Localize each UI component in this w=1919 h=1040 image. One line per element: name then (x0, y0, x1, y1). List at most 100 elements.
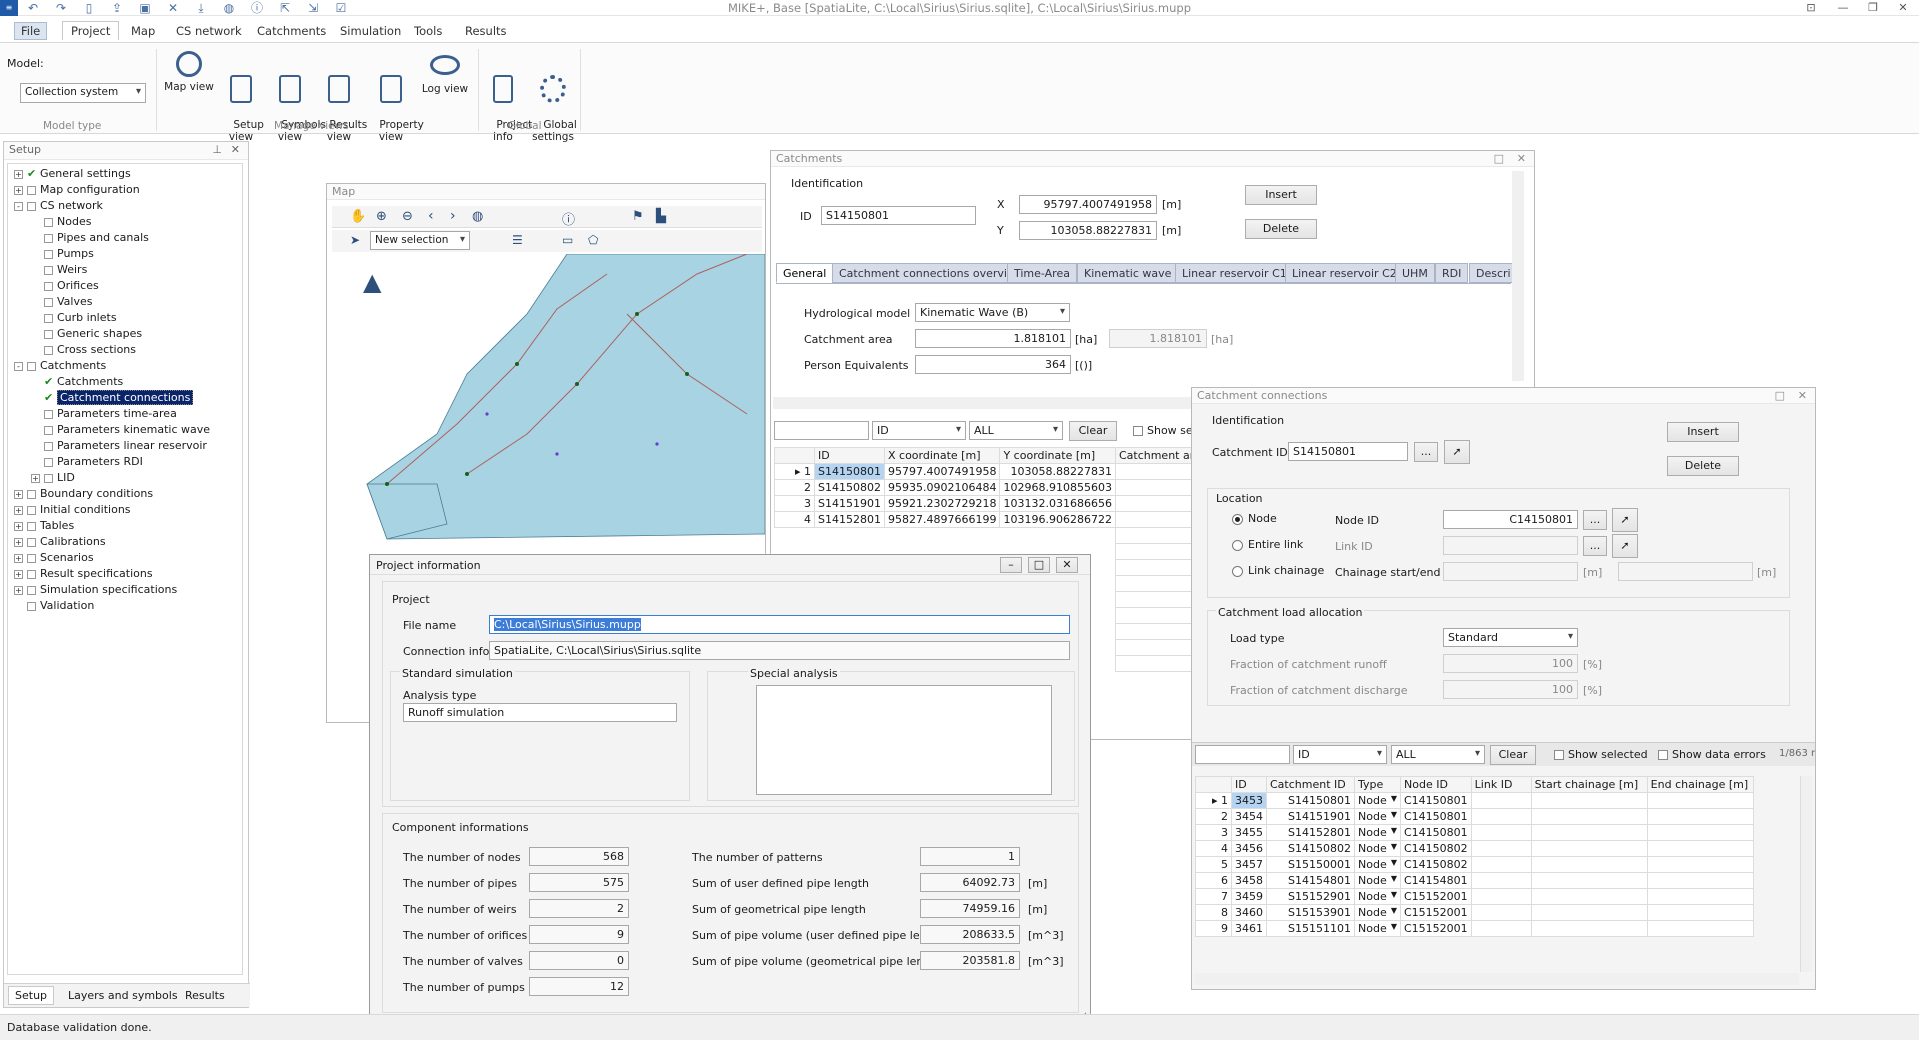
tab-layers-symbols[interactable]: Layers and symbols (68, 989, 178, 1002)
table-cell[interactable] (1530, 920, 1648, 937)
expand-icon[interactable]: + (31, 473, 40, 483)
component-value[interactable]: 1 (920, 847, 1020, 866)
load-type-select[interactable]: Standard (1443, 628, 1578, 647)
browse-link-button[interactable]: ... (1583, 536, 1607, 556)
table-cell[interactable]: 2 (1195, 808, 1232, 825)
rectangle-icon[interactable]: ▭ (562, 233, 573, 247)
radio[interactable] (1232, 513, 1243, 525)
table-cell[interactable]: C14150802 (1400, 840, 1472, 857)
expand-icon[interactable]: + (14, 185, 23, 195)
cconn-catchment-id-field[interactable]: S14150801 (1288, 442, 1408, 461)
table-cell[interactable]: ▸ 1 (774, 463, 815, 480)
table-cell[interactable] (1470, 840, 1532, 857)
table-cell[interactable]: 95827.4897666199 (883, 511, 1001, 528)
node-id-field[interactable]: C14150801 (1443, 510, 1578, 529)
save-icon[interactable]: ▣ (136, 0, 154, 16)
pin-icon[interactable]: ⊥ (212, 143, 222, 156)
table-cell[interactable] (1646, 872, 1754, 889)
column-header[interactable]: Type (1354, 776, 1401, 793)
expand-icon[interactable]: + (14, 553, 23, 563)
tab-kinematic-wave[interactable]: Kinematic wave (1077, 263, 1179, 283)
table-row[interactable]: ▸ 1 3453 S14150801 Node ▼ C14150801 (1195, 792, 1754, 809)
cconn-insert-button[interactable]: Insert (1667, 422, 1739, 442)
tab-general[interactable]: General (776, 263, 834, 283)
component-value[interactable]: 575 (529, 873, 629, 892)
maximize-icon[interactable]: □ (1028, 557, 1050, 573)
chevron-down-icon[interactable]: ▼ (1391, 874, 1397, 883)
table-cell[interactable] (1646, 824, 1754, 841)
filter-all-select[interactable]: ALL (969, 421, 1063, 440)
component-value[interactable]: 74959.16 (920, 899, 1020, 918)
tree-item[interactable]: Pumps (31, 246, 94, 262)
connection-field[interactable]: SpatiaLite, C:\Local\Sirius\Sirius.sqlit… (489, 641, 1070, 660)
minimize-icon[interactable]: – (1000, 557, 1022, 573)
table-cell[interactable]: C14150802 (1400, 856, 1472, 873)
expand-icon[interactable]: - (14, 201, 23, 211)
table-cell[interactable]: 6 (1195, 872, 1232, 889)
table-cell[interactable]: Node ▼ (1354, 808, 1401, 825)
table-cell[interactable]: 3459 (1231, 888, 1267, 905)
tab-setup[interactable]: Setup (8, 986, 55, 1005)
table-cell[interactable] (1470, 856, 1532, 873)
tree-item[interactable]: Generic shapes (31, 326, 142, 342)
table-cell[interactable]: C14150801 (1400, 808, 1472, 825)
table-row[interactable]: 9 3461 S15151101 Node ▼ C15152001 (1195, 920, 1754, 937)
table-cell[interactable]: S14150802 (1266, 840, 1355, 857)
expand-icon[interactable]: + (14, 505, 23, 515)
table-cell[interactable] (1470, 872, 1532, 889)
tab-results[interactable]: Results (185, 989, 225, 1002)
new-file-icon[interactable]: ▯ (80, 0, 98, 16)
table-cell[interactable] (1470, 888, 1532, 905)
tree-item[interactable]: + Boundary conditions (14, 486, 153, 502)
column-header[interactable]: ID (814, 447, 885, 464)
tree-item[interactable]: Orifices (31, 278, 99, 294)
tree-item[interactable]: Nodes (31, 214, 91, 230)
tree-item[interactable]: ✔ Catchments (31, 374, 123, 390)
table-row[interactable]: 3 S14151901 95921.2302729218 103132.0316866… (774, 495, 1220, 512)
menu-catchments[interactable]: Catchments (257, 24, 326, 38)
menu-cs-network[interactable]: CS network (176, 24, 242, 38)
deselect-icon[interactable]: ⇲ (304, 0, 322, 16)
cconn-delete-button[interactable]: Delete (1667, 456, 1739, 476)
tab-uhm[interactable]: UHM (1395, 263, 1435, 283)
symbols-view-button[interactable]: Symbols view (268, 51, 326, 155)
table-cell[interactable]: S14150801 (814, 463, 885, 480)
tree-item[interactable]: + Simulation specifications (14, 582, 177, 598)
pe-field[interactable]: 364 (915, 355, 1071, 374)
table-cell[interactable] (1646, 808, 1754, 825)
close-icon[interactable]: ✕ (1517, 152, 1526, 165)
table-cell[interactable]: Node ▼ (1354, 824, 1401, 841)
delete-button[interactable]: Delete (1245, 219, 1317, 239)
tree-item[interactable]: + ✔ General settings (14, 166, 131, 182)
table-cell[interactable]: Node ▼ (1354, 856, 1401, 873)
expand-icon[interactable]: + (14, 521, 23, 531)
results-view-button[interactable]: Results view (316, 51, 367, 155)
filter-column-select[interactable]: ID (872, 421, 966, 440)
table-cell[interactable] (1530, 808, 1648, 825)
table-row[interactable]: 5 3457 S15150001 Node ▼ C14150802 (1195, 856, 1754, 873)
checkbox[interactable] (1554, 750, 1564, 760)
open-icon[interactable]: ⇪ (108, 0, 126, 16)
info-icon[interactable]: ⓘ (248, 0, 266, 16)
column-header[interactable]: X coordinate [m] (883, 447, 1001, 464)
table-cell[interactable]: ▸ 1 (1195, 792, 1232, 809)
table-cell[interactable]: Node ▼ (1354, 888, 1401, 905)
table-cell[interactable] (1530, 872, 1648, 889)
table-cell[interactable]: S15150001 (1266, 856, 1355, 873)
menu-project[interactable]: Project (62, 21, 120, 40)
table-cell[interactable]: 3457 (1231, 856, 1267, 873)
browse-catchment-button[interactable]: ... (1414, 442, 1438, 462)
table-cell[interactable] (1646, 792, 1754, 809)
filter-text-input[interactable] (774, 421, 869, 440)
column-header[interactable]: Node ID (1400, 776, 1472, 793)
table-cell[interactable]: 3461 (1231, 920, 1267, 937)
column-header[interactable]: Y coordinate [m] (999, 447, 1116, 464)
component-value[interactable]: 203581.8 (920, 951, 1020, 970)
catchment-id-field[interactable]: S14150801 (821, 206, 976, 225)
node-radio[interactable]: Node (1232, 512, 1277, 525)
zoom-in-icon[interactable]: ⊕ (376, 209, 387, 224)
component-value[interactable]: 12 (529, 977, 629, 996)
minimize-icon[interactable]: — (1830, 0, 1856, 16)
maximize-icon[interactable]: □ (1494, 152, 1504, 165)
polygon-icon[interactable]: ⬠ (588, 233, 598, 247)
